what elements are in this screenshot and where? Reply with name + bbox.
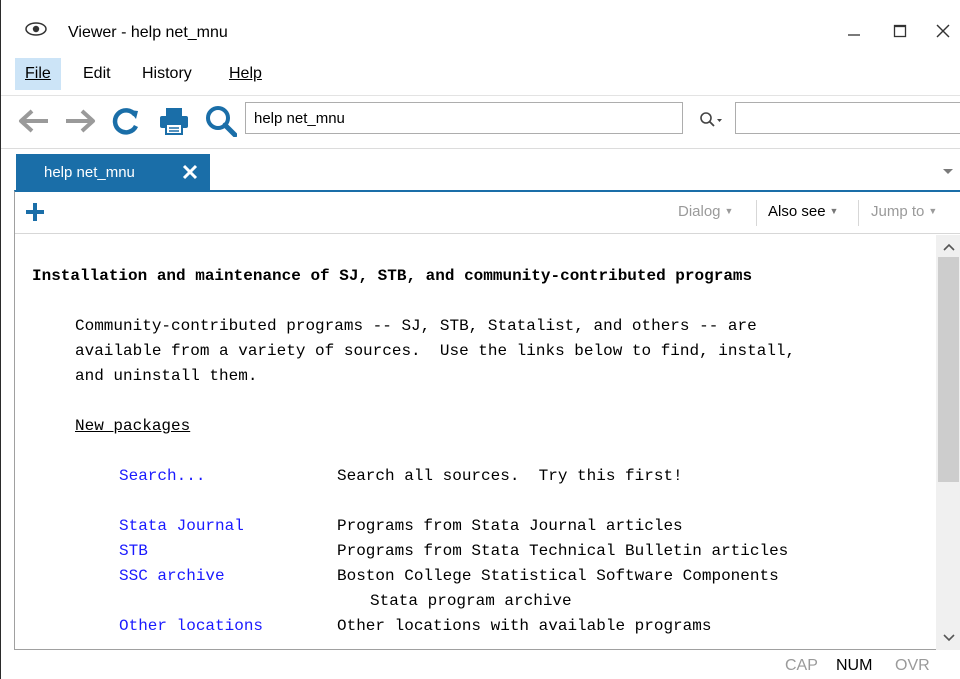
link-ssc-archive[interactable]: SSC archive	[119, 564, 225, 589]
help-heading: Installation and maintenance of SJ, STB,…	[32, 267, 753, 285]
chevron-down-icon: ▼	[724, 206, 734, 216]
chevron-down-icon	[942, 634, 955, 642]
link-stb[interactable]: STB	[119, 539, 148, 564]
chevron-up-icon	[942, 243, 955, 251]
status-ovr: OVR	[895, 657, 930, 674]
link-other-locations[interactable]: Other locations	[119, 614, 263, 639]
link-description: Other locations with available programs	[337, 617, 712, 635]
link-description: Programs from Stata Journal articles	[337, 517, 683, 535]
also-see-label: Also see	[768, 203, 826, 220]
search-button[interactable]	[204, 104, 238, 138]
find-magnifier-icon	[700, 112, 722, 127]
menu-edit-label: Edit	[83, 65, 111, 82]
close-icon	[936, 24, 950, 38]
link-description: Search all sources. Try this first!	[337, 467, 683, 485]
status-cap: CAP	[785, 657, 818, 674]
tab-close-icon[interactable]	[180, 162, 200, 182]
intro-line: available from a variety of sources. Use…	[75, 342, 796, 360]
tab-label: help net_mnu	[44, 164, 135, 181]
find-input[interactable]	[735, 102, 960, 134]
arrow-right-icon	[66, 109, 95, 133]
menu-file-label: File	[25, 65, 51, 82]
menu-file[interactable]: File	[15, 58, 61, 90]
close-button[interactable]	[923, 16, 960, 46]
chevron-down-icon: ▼	[829, 206, 839, 216]
link-description: Programs from Stata Technical Bulletin a…	[337, 542, 789, 560]
menu-edit[interactable]: Edit	[73, 58, 121, 90]
search-icon	[206, 106, 237, 137]
scroll-down-button[interactable]	[936, 628, 960, 648]
link-stata-journal[interactable]: Stata Journal	[119, 514, 244, 539]
separator	[858, 200, 859, 226]
print-button[interactable]	[157, 104, 191, 138]
intro-line: Community-contributed programs -- SJ, ST…	[75, 317, 757, 335]
status-bar: CAP NUM OVR	[1, 652, 960, 679]
viewer-pane: Dialog ▼ Also see ▼ Jump to ▼ Installation …	[14, 190, 960, 650]
menu-bar: File Edit History Help	[1, 58, 960, 90]
toolbar	[1, 95, 960, 145]
section-title-new-packages: New packages	[75, 417, 191, 435]
forward-button[interactable]	[63, 104, 97, 138]
tab-help-net-mnu[interactable]: help net_mnu	[16, 154, 210, 191]
eye-icon	[25, 22, 47, 36]
link-search[interactable]: Search...	[119, 464, 205, 489]
vertical-scrollbar[interactable]	[936, 235, 960, 650]
printer-icon	[160, 108, 188, 135]
menu-history[interactable]: History	[132, 58, 202, 90]
chevron-down-icon[interactable]	[941, 166, 955, 176]
link-description-continued: Stata program archive	[370, 592, 572, 610]
viewer-window: Viewer - help net_mnu File Edit History …	[0, 0, 960, 679]
menu-help[interactable]: Help	[219, 58, 272, 90]
command-input[interactable]	[245, 102, 683, 134]
status-num: NUM	[836, 657, 873, 674]
window-title: Viewer - help net_mnu	[68, 24, 228, 41]
refresh-icon	[112, 108, 139, 135]
also-see-dropdown[interactable]: Also see ▼	[768, 203, 838, 220]
back-button[interactable]	[17, 104, 51, 138]
arrow-left-icon	[19, 109, 48, 133]
maximize-button[interactable]	[880, 16, 920, 46]
scroll-thumb[interactable]	[938, 257, 959, 482]
maximize-icon	[893, 24, 907, 38]
link-description: Boston College Statistical Software Comp…	[337, 567, 779, 585]
dialog-dropdown[interactable]: Dialog ▼	[678, 203, 733, 220]
menu-history-label: History	[142, 65, 192, 82]
chevron-down-icon: ▼	[928, 206, 938, 216]
help-content: Installation and maintenance of SJ, STB,…	[15, 235, 936, 650]
plus-icon[interactable]	[23, 200, 47, 224]
minimize-icon	[848, 34, 860, 36]
intro-line: and uninstall them.	[75, 367, 258, 385]
minimize-button[interactable]	[834, 16, 874, 46]
separator	[756, 200, 757, 226]
tab-strip: help net_mnu	[1, 148, 960, 191]
refresh-button[interactable]	[109, 104, 143, 138]
scroll-up-button[interactable]	[936, 237, 960, 257]
jump-to-label: Jump to	[871, 203, 925, 220]
title-bar: Viewer - help net_mnu	[1, 0, 960, 54]
dialog-label: Dialog	[678, 203, 721, 220]
jump-to-dropdown[interactable]: Jump to ▼	[871, 203, 937, 220]
find-dropdown-button[interactable]	[697, 109, 727, 131]
menu-help-label: Help	[229, 65, 262, 82]
pane-toolbar: Dialog ▼ Also see ▼ Jump to ▼	[15, 192, 960, 234]
